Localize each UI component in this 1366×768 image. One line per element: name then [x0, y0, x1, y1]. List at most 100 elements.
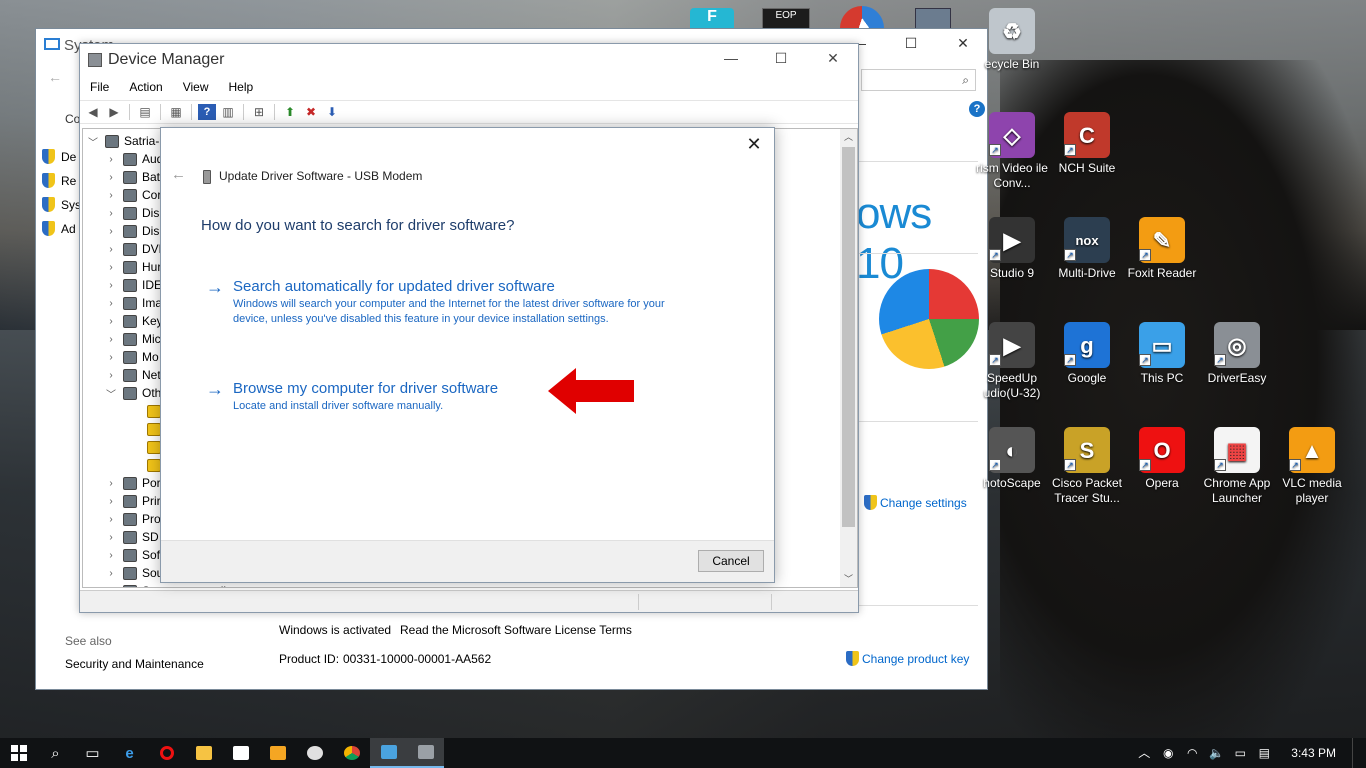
desktop-icon[interactable]: g ↗ Google: [1050, 322, 1124, 386]
sidebar-item-advanced-settings[interactable]: Ad: [42, 221, 76, 236]
wifi-icon[interactable]: ◠: [1185, 746, 1199, 760]
taskbar-opera-icon[interactable]: [148, 738, 185, 768]
taskbar-system-icon[interactable]: [370, 738, 407, 768]
tree-item[interactable]: › Key: [105, 312, 162, 330]
scroll-down-arrow-icon[interactable]: ﹀: [840, 571, 857, 587]
search-input[interactable]: ⌕: [861, 69, 976, 91]
keyboard-icon[interactable]: ▭: [1233, 746, 1247, 760]
tree-item[interactable]: › Net: [105, 366, 160, 384]
expand-arrow-icon[interactable]: ›: [105, 352, 117, 363]
dm-close-button[interactable]: ✕: [810, 50, 856, 72]
dialog-back-arrow-icon[interactable]: ←: [171, 166, 186, 183]
dm-maximize-button[interactable]: ☐: [758, 50, 804, 72]
desktop-icon[interactable]: ◐ ↗ hotoScape: [975, 427, 1049, 491]
expand-arrow-icon[interactable]: ›: [105, 586, 117, 588]
sidebar-item-system-protection[interactable]: Sys: [42, 197, 81, 212]
help-icon[interactable]: ?: [198, 104, 216, 120]
expand-arrow-icon[interactable]: ›: [105, 532, 117, 543]
tree-item[interactable]: › Cor: [105, 186, 161, 204]
taskbar-chrome-icon[interactable]: [333, 738, 370, 768]
scrollbar-thumb[interactable]: [842, 147, 855, 527]
expand-arrow-icon[interactable]: ›: [105, 172, 117, 183]
desktop-icon[interactable]: ◎ ↗ DriverEasy: [1200, 322, 1274, 386]
tree-root[interactable]: ﹀ Satria-P: [87, 132, 167, 150]
scan-hardware-icon[interactable]: ⊞: [250, 104, 268, 120]
cancel-button[interactable]: Cancel: [698, 550, 764, 572]
menu-help[interactable]: Help: [219, 78, 264, 98]
tree-item[interactable]: › IDE: [105, 276, 162, 294]
menu-action[interactable]: Action: [119, 78, 172, 98]
license-terms-link[interactable]: Read the Microsoft Software License Term…: [400, 623, 632, 637]
desktop-icon[interactable]: ◇ ↗ rism Video ile Conv...: [975, 112, 1049, 191]
tree-item[interactable]: › Mo: [105, 348, 158, 366]
expand-arrow-icon[interactable]: ›: [105, 280, 117, 291]
desktop-icon-eop[interactable]: EOP: [762, 8, 810, 30]
desktop-icon-top-4[interactable]: [915, 8, 951, 30]
desktop-icon[interactable]: C ↗ NCH Suite: [1050, 112, 1124, 176]
volume-icon[interactable]: 🔈: [1209, 746, 1224, 760]
expand-arrow-icon[interactable]: ›: [105, 568, 117, 579]
desktop-icon[interactable]: ▶ ↗ SpeedUp udio(U-32): [975, 322, 1049, 401]
desktop-icon[interactable]: nox ↗ Multi-Drive: [1050, 217, 1124, 281]
scroll-up-arrow-icon[interactable]: ︿: [840, 129, 857, 145]
taskbar-media-icon[interactable]: [259, 738, 296, 768]
expand-arrow-icon[interactable]: ›: [105, 334, 117, 345]
security-maintenance-link[interactable]: Security and Maintenance: [65, 657, 204, 671]
desktop-icon[interactable]: ▲ ↗ VLC media player: [1275, 427, 1349, 506]
expand-arrow-icon[interactable]: ›: [105, 298, 117, 309]
tree-item[interactable]: › Hur: [105, 258, 161, 276]
desktop-icon[interactable]: O ↗ Opera: [1125, 427, 1199, 491]
show-desktop-button[interactable]: [1352, 738, 1356, 768]
tree-item[interactable]: ﹀ Oth: [105, 384, 161, 402]
desktop-icon[interactable]: S ↗ Cisco Packet Tracer Stu...: [1050, 427, 1124, 506]
dm-minimize-button[interactable]: —: [708, 50, 754, 72]
change-settings-link[interactable]: Change settings: [864, 495, 967, 510]
taskbar-file-explorer-icon[interactable]: [185, 738, 222, 768]
desktop-icon[interactable]: ♻ ecycle Bin: [975, 8, 1049, 72]
desktop-icon[interactable]: ▶ ↗ Studio 9: [975, 217, 1049, 281]
menu-file[interactable]: File: [80, 78, 119, 98]
expand-arrow-icon[interactable]: ›: [105, 316, 117, 327]
expand-arrow-icon[interactable]: ›: [105, 190, 117, 201]
task-view-icon[interactable]: ▭: [74, 738, 111, 768]
desktop-icon[interactable]: ✎ ↗ Foxit Reader: [1125, 217, 1199, 281]
expand-arrow-icon[interactable]: ›: [105, 370, 117, 381]
taskbar-edge-icon[interactable]: e: [111, 738, 148, 768]
change-product-key-link[interactable]: Change product key: [846, 651, 969, 666]
show-hide-console-tree-icon[interactable]: ▤: [136, 104, 154, 120]
expand-arrow-icon[interactable]: ›: [105, 478, 117, 489]
taskbar-device-manager-icon[interactable]: [407, 738, 444, 768]
tree-item[interactable]: › Pro: [105, 510, 160, 528]
sidebar-item-remote-settings[interactable]: Re: [42, 173, 76, 188]
back-icon[interactable]: ◀: [84, 104, 102, 120]
collapse-arrow-icon[interactable]: ﹀: [87, 134, 99, 149]
expand-arrow-icon[interactable]: ›: [105, 154, 117, 165]
desktop-icon[interactable]: ▦ ↗ Chrome App Launcher: [1200, 427, 1274, 506]
tree-item[interactable]: › Sof: [105, 546, 160, 564]
clock[interactable]: 3:43 PM: [1291, 746, 1336, 760]
expand-arrow-icon[interactable]: ›: [105, 208, 117, 219]
update-driver-icon[interactable]: ⬆: [281, 104, 299, 120]
tree-item[interactable]: › Sou: [105, 564, 163, 582]
properties-icon[interactable]: ▦: [167, 104, 185, 120]
taskbar-store-icon[interactable]: [222, 738, 259, 768]
chevron-up-icon[interactable]: ︿: [1137, 746, 1151, 760]
tree-item[interactable]: › Ima: [105, 294, 162, 312]
expand-arrow-icon[interactable]: ›: [105, 496, 117, 507]
record-icon[interactable]: ◉: [1161, 746, 1175, 760]
search-automatically-option[interactable]: → Search automatically for updated drive…: [206, 277, 676, 340]
tree-item[interactable]: › Por: [105, 474, 160, 492]
desktop-icon-top-1[interactable]: F: [690, 8, 734, 30]
tree-item[interactable]: › Bat: [105, 168, 160, 186]
expand-arrow-icon[interactable]: ›: [105, 244, 117, 255]
forward-icon[interactable]: ▶: [105, 104, 123, 120]
tree-item[interactable]: › Disp: [105, 222, 166, 240]
tree-item[interactable]: › Disk: [105, 204, 165, 222]
tree-item[interactable]: › DVD: [105, 240, 167, 258]
vertical-scrollbar[interactable]: ︿ ﹀: [840, 129, 857, 587]
expand-arrow-icon[interactable]: ›: [105, 226, 117, 237]
collapse-arrow-icon[interactable]: ﹀: [105, 386, 117, 401]
system-maximize-button[interactable]: ☐: [888, 35, 934, 57]
action-pane-icon[interactable]: ▥: [219, 104, 237, 120]
expand-arrow-icon[interactable]: ›: [105, 262, 117, 273]
